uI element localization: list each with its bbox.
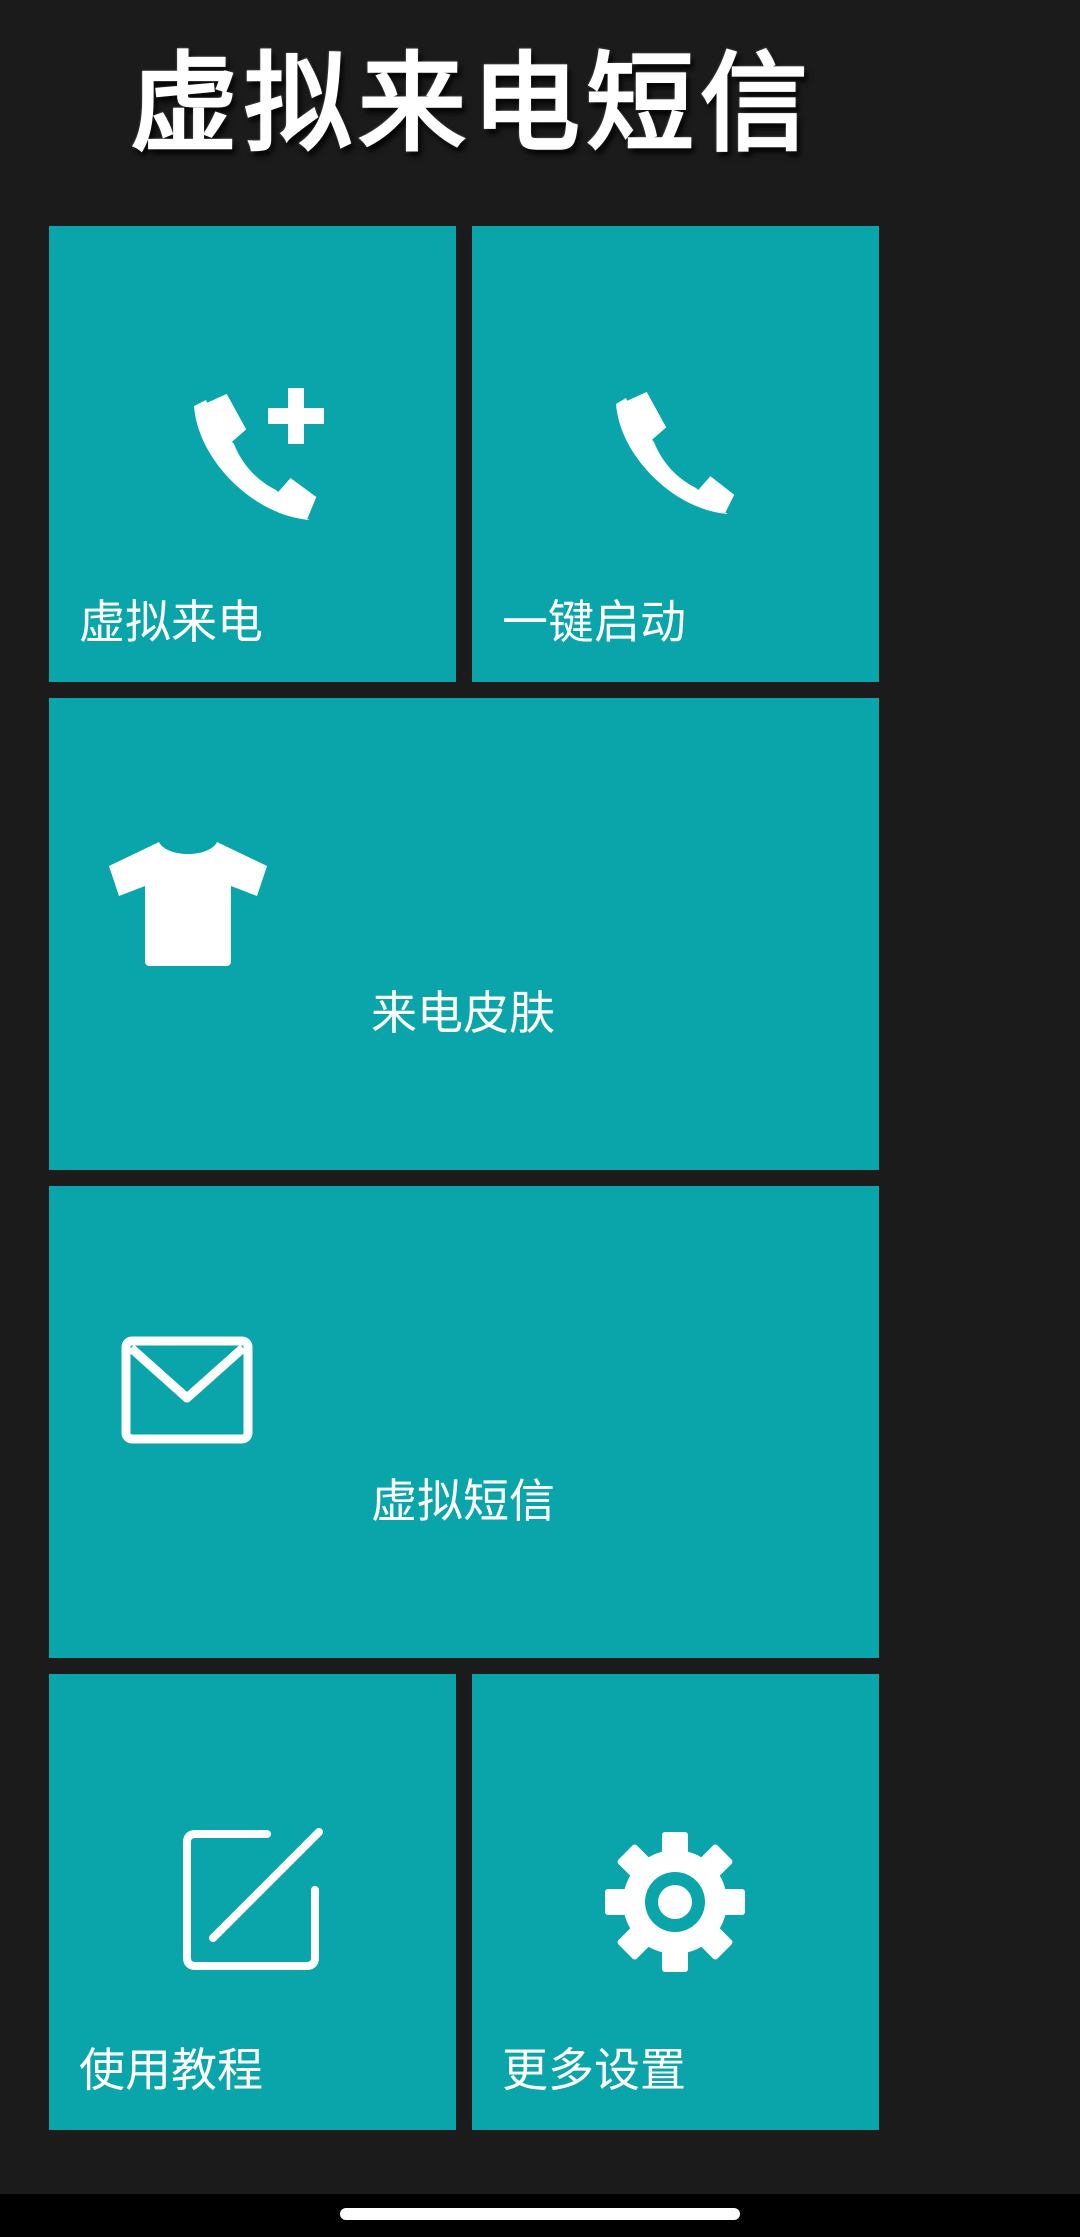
phone-icon	[610, 386, 740, 516]
one-key-start-tile[interactable]: 一键启动	[472, 226, 879, 682]
fake-sms-label: 虚拟短信	[371, 1474, 555, 1528]
phone-add-icon	[184, 386, 324, 526]
fake-call-tile[interactable]: 虚拟来电	[49, 226, 456, 682]
call-skin-label: 来电皮肤	[371, 986, 555, 1040]
home-indicator[interactable]	[340, 2208, 740, 2220]
fake-call-label: 虚拟来电	[79, 595, 263, 649]
call-skin-tile[interactable]: 来电皮肤	[49, 698, 879, 1170]
more-settings-label: 更多设置	[502, 2043, 686, 2097]
home-screen: 虚拟来电短信 虚拟来电 一键启动 来电皮肤 虚拟短信 使用教程 更多设置	[0, 0, 1080, 2237]
gear-icon	[603, 1830, 747, 1974]
tshirt-icon	[107, 840, 269, 966]
edit-icon	[181, 1826, 325, 1974]
more-settings-tile[interactable]: 更多设置	[472, 1674, 879, 2130]
app-title: 虚拟来电短信	[130, 42, 815, 167]
one-key-start-label: 一键启动	[502, 595, 686, 649]
tutorial-tile[interactable]: 使用教程	[49, 1674, 456, 2130]
tutorial-label: 使用教程	[79, 2043, 263, 2097]
fake-sms-tile[interactable]: 虚拟短信	[49, 1186, 879, 1658]
envelope-icon	[121, 1336, 253, 1444]
